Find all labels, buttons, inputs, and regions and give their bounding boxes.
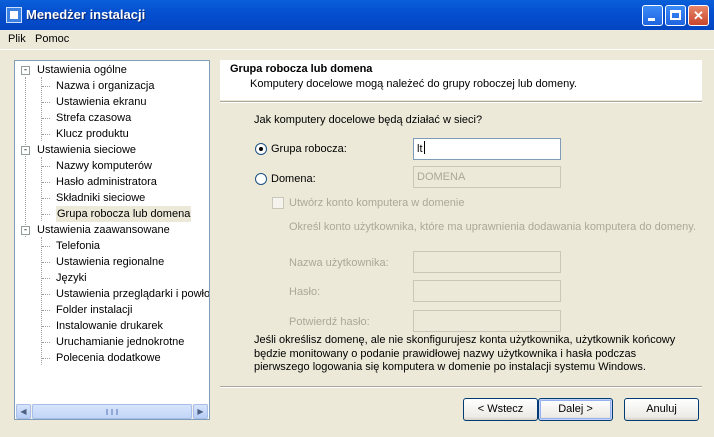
domain-radio[interactable]	[255, 173, 267, 185]
tree-line	[42, 246, 50, 247]
tree-line	[42, 342, 50, 343]
tree-item-label: Nazwa i organizacja	[56, 80, 155, 92]
tree-line	[42, 118, 50, 119]
maximize-button[interactable]	[665, 5, 686, 26]
tree-item-label: Ustawienia regionalne	[56, 256, 165, 268]
tree-item-label: Ustawienia zaawansowane	[37, 224, 170, 236]
tree-line	[41, 237, 42, 365]
tree-item-label: Języki	[56, 272, 87, 284]
footer-divider	[220, 386, 702, 388]
tree-line	[42, 166, 50, 167]
scroll-left-button[interactable]: ◀	[16, 404, 31, 419]
tree-item-label: Hasło administratora	[56, 176, 157, 188]
tree-item-label: Klucz produktu	[56, 128, 129, 140]
back-button-label: < Wstecz	[477, 403, 524, 415]
tree-line	[25, 77, 26, 237]
header-divider	[220, 101, 702, 103]
tree-item-label: Uruchamianie jednokrotne	[56, 336, 185, 348]
text-caret	[423, 141, 425, 154]
domain-note: Jeśli określisz domenę, ale nie skonfigu…	[254, 334, 676, 373]
setup-manager-icon	[6, 7, 22, 23]
cancel-button-label: Anuluj	[646, 403, 677, 415]
tree-line	[42, 326, 50, 327]
page-title: Grupa robocza lub domena	[230, 63, 373, 75]
next-button[interactable]: Dalej >	[538, 398, 613, 421]
cancel-button[interactable]: Anuluj	[624, 398, 699, 421]
menu-file-label: Plik	[8, 33, 26, 45]
tree-line	[42, 310, 50, 311]
tree-line	[42, 182, 50, 183]
tree-line	[42, 294, 50, 295]
menu-help[interactable]: Pomoc	[35, 33, 69, 45]
tree-line	[42, 102, 50, 103]
tree-line	[42, 214, 50, 215]
confirm-password-input[interactable]	[413, 310, 561, 332]
account-hint: Określ konto użytkownika, które ma upraw…	[289, 221, 697, 233]
tree-item-label: Ustawienia ogólne	[37, 64, 127, 76]
workgroup-input[interactable]: lt	[413, 138, 561, 160]
tree-item-label: Ustawienia przeglądarki i powłoki	[56, 288, 210, 300]
domain-value: DOMENA	[417, 171, 466, 183]
next-button-label: Dalej >	[558, 403, 593, 415]
tree-item-label: Folder instalacji	[56, 304, 133, 316]
tree-horizontal-scrollbar[interactable]: ◀ ▶	[16, 404, 208, 419]
tree-line	[42, 358, 50, 359]
settings-tree[interactable]: - Ustawienia ogólne Nazwa i organizacja …	[14, 60, 210, 420]
tree-line	[42, 198, 50, 199]
collapse-icon: -	[21, 226, 30, 235]
tree-item-label: Grupa robocza lub domena	[56, 206, 192, 222]
menu-file[interactable]: Plik	[8, 33, 26, 45]
page-header: Grupa robocza lub domena Komputery docel…	[220, 60, 702, 100]
tree-item-label: Polecenia dodatkowe	[56, 352, 161, 364]
tree-line	[42, 134, 50, 135]
tree-item-label: Instalowanie drukarek	[56, 320, 164, 332]
password-label: Hasło:	[289, 286, 321, 298]
tree-item-label: Strefa czasowa	[56, 112, 132, 124]
page-subtitle: Komputery docelowe mogą należeć do grupy…	[250, 78, 577, 90]
scroll-thumb[interactable]	[32, 404, 192, 419]
minimize-icon	[648, 18, 655, 21]
username-input[interactable]	[413, 251, 561, 273]
close-button[interactable]: ✕	[688, 5, 709, 26]
window-title: Menedżer instalacji	[26, 7, 146, 22]
collapse-icon: -	[21, 66, 30, 75]
domain-label: Domena:	[271, 173, 316, 185]
scroll-right-button[interactable]: ▶	[193, 404, 208, 419]
minimize-button[interactable]	[642, 5, 663, 26]
create-account-checkbox[interactable]	[272, 197, 284, 209]
tree-item-label: Składniki sieciowe	[56, 192, 146, 204]
menu-bar: Plik Pomoc	[0, 30, 714, 50]
workgroup-value: lt	[417, 143, 423, 155]
create-account-label: Utwórz konto komputera w domenie	[289, 197, 465, 209]
tree-line	[42, 262, 50, 263]
tree-item-label: Ustawienia sieciowe	[37, 144, 137, 156]
back-button[interactable]: < Wstecz	[463, 398, 538, 421]
workgroup-label: Grupa robocza:	[271, 143, 347, 155]
grip-icon	[106, 409, 118, 415]
network-question: Jak komputery docelowe będą działać w si…	[254, 114, 483, 126]
title-bar: Menedżer instalacji ✕	[0, 0, 714, 30]
workgroup-radio[interactable]	[255, 143, 267, 155]
tree-line	[42, 86, 50, 87]
tree-line	[42, 278, 50, 279]
menu-help-label: Pomoc	[35, 33, 70, 45]
username-label: Nazwa użytkownika:	[289, 257, 389, 269]
tree-item-label: Nazwy komputerów	[56, 160, 152, 172]
close-icon: ✕	[693, 8, 704, 23]
confirm-password-label: Potwierdź hasło:	[289, 316, 370, 328]
tree-item-label: Telefonia	[56, 240, 101, 252]
domain-input[interactable]: DOMENA	[413, 166, 561, 188]
password-input[interactable]	[413, 280, 561, 302]
collapse-icon: -	[21, 146, 30, 155]
tree-item-label: Ustawienia ekranu	[56, 96, 147, 108]
maximize-icon	[670, 10, 681, 20]
